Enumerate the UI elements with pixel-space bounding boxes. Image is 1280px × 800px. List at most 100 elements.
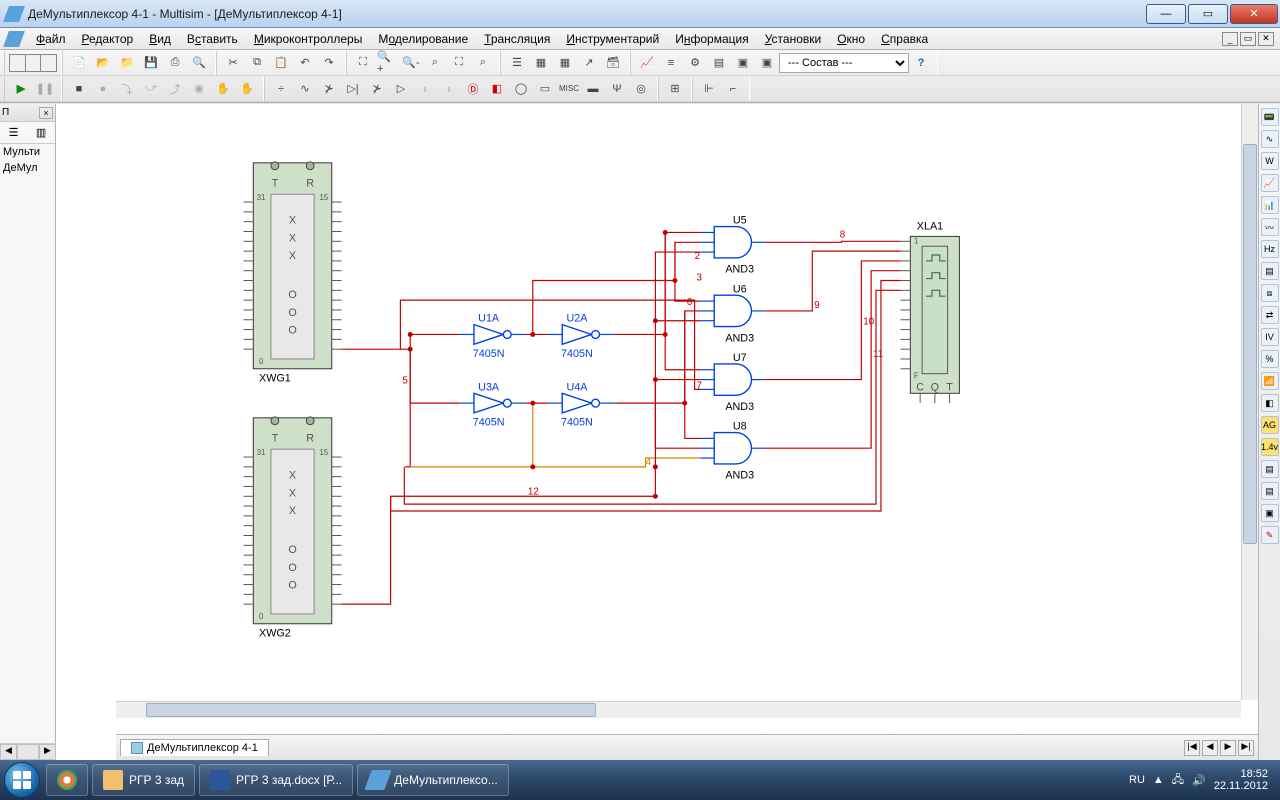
- graph-button[interactable]: 📈: [636, 52, 658, 74]
- comp-advanced-button[interactable]: ▬: [582, 78, 604, 100]
- zoom-area-button[interactable]: ⌕: [424, 52, 446, 74]
- zoom-fit-button[interactable]: ⛶: [448, 52, 470, 74]
- toggle-arrow-button[interactable]: ↗: [578, 52, 600, 74]
- open-button[interactable]: 📂: [92, 52, 114, 74]
- function-gen-icon[interactable]: ∿: [1261, 130, 1279, 148]
- comp-cmos-button[interactable]: ꤯: [438, 78, 460, 100]
- menu-settings[interactable]: Установки: [757, 32, 830, 46]
- agilent-scope-icon[interactable]: ▤: [1261, 460, 1279, 478]
- task-multisim[interactable]: ДеМультиплексо...: [357, 764, 509, 796]
- step-over-button[interactable]: ⤻: [140, 78, 162, 100]
- mdi-close[interactable]: ✕: [1258, 32, 1274, 46]
- menu-translation[interactable]: Трансляция: [476, 32, 558, 46]
- undo-button[interactable]: ↶: [294, 52, 316, 74]
- menu-view[interactable]: Вид: [141, 32, 179, 46]
- task-folder[interactable]: РГР 3 зад: [92, 764, 195, 796]
- comp-signal-button[interactable]: ∿: [294, 78, 316, 100]
- u3a[interactable]: U3A 7405N: [459, 381, 526, 428]
- u2a[interactable]: U2A 7405N: [547, 313, 614, 360]
- u5[interactable]: U5 AND3: [700, 215, 765, 276]
- spectrum-icon[interactable]: 📶: [1261, 372, 1279, 390]
- comp-nist-button[interactable]: ⊞: [664, 78, 686, 100]
- menu-window[interactable]: Окно: [829, 32, 873, 46]
- comp-diode-button[interactable]: ▷|: [342, 78, 364, 100]
- zoom-out-button[interactable]: 🔍-: [400, 52, 422, 74]
- zoom-100-button[interactable]: ⌕: [472, 52, 494, 74]
- cut-button[interactable]: ✂: [222, 52, 244, 74]
- xwg1[interactable]: T R 31 15 0 XXX OOO XWG1: [243, 162, 341, 385]
- menu-mcu[interactable]: Микроконтроллеры: [246, 32, 371, 46]
- comp-misc-button[interactable]: MISC: [558, 78, 580, 100]
- tek-scope-icon[interactable]: ▤: [1261, 482, 1279, 500]
- open2-button[interactable]: 📁: [116, 52, 138, 74]
- trace-button[interactable]: ✋: [236, 78, 258, 100]
- comp-ttl-button[interactable]: ꤯: [414, 78, 436, 100]
- multimeter-icon[interactable]: 📟: [1261, 108, 1279, 126]
- pane-close[interactable]: ×: [39, 107, 53, 119]
- close-button[interactable]: ✕: [1230, 4, 1278, 24]
- pause-button[interactable]: ❚❚: [34, 78, 56, 100]
- zoom-in-button[interactable]: 🔍+: [376, 52, 398, 74]
- step-into-button[interactable]: ⤵: [116, 78, 138, 100]
- comp-basic-button[interactable]: ⊁: [318, 78, 340, 100]
- task-word[interactable]: РГР 3 зад.docx [Р...: [199, 764, 353, 796]
- comp-rf-button[interactable]: Ψ: [606, 78, 628, 100]
- stop-button[interactable]: ■: [68, 78, 90, 100]
- hierarchy-icon[interactable]: ☰: [9, 126, 19, 139]
- comp-source-button[interactable]: ÷: [270, 78, 292, 100]
- clock[interactable]: 18:52 22.11.2012: [1214, 768, 1268, 792]
- run-button[interactable]: ▶: [10, 78, 32, 100]
- active-tab[interactable]: ДеМультиплексор 4-1: [120, 739, 269, 756]
- u8[interactable]: U8 AND3: [700, 421, 765, 482]
- toggle-hier-button[interactable]: ☰: [506, 52, 528, 74]
- labview-icon[interactable]: ▣: [1261, 504, 1279, 522]
- tab-first[interactable]: |◀: [1184, 740, 1200, 756]
- bp-toggle-button[interactable]: ◉: [188, 78, 210, 100]
- start-button[interactable]: [4, 762, 40, 798]
- pinned-chrome[interactable]: [46, 764, 88, 796]
- ultiboard-button[interactable]: ▣: [756, 52, 778, 74]
- elvis-button[interactable]: ▣: [732, 52, 754, 74]
- mdi-min[interactable]: _: [1222, 32, 1238, 46]
- comp-analog-button[interactable]: ▷: [390, 78, 412, 100]
- horizontal-scrollbar[interactable]: [116, 701, 1241, 718]
- network-icon[interactable]: ◧: [1261, 394, 1279, 412]
- u6[interactable]: U6 AND3: [700, 283, 765, 344]
- menu-help[interactable]: Справка: [873, 32, 936, 46]
- print-button[interactable]: ⎙: [164, 52, 186, 74]
- u4a[interactable]: U4A 7405N: [547, 381, 614, 428]
- step-out-button[interactable]: ⤴: [164, 78, 186, 100]
- logic-analyzer-icon[interactable]: ⧈: [1261, 284, 1279, 302]
- lang-indicator[interactable]: RU: [1129, 774, 1145, 786]
- comp-indicator-button[interactable]: ◯: [510, 78, 532, 100]
- maximize-button[interactable]: ▭: [1188, 4, 1228, 24]
- menu-tools[interactable]: Инструментарий: [558, 32, 667, 46]
- analysis-button[interactable]: ≡: [660, 52, 682, 74]
- menu-insert[interactable]: Вставить: [179, 32, 246, 46]
- list-item[interactable]: ДеМул: [0, 160, 55, 176]
- list-item[interactable]: Мульти: [0, 144, 55, 160]
- agilent-mm-icon[interactable]: 1.4v: [1261, 438, 1279, 456]
- tray-flag-icon[interactable]: ▲: [1153, 774, 1164, 786]
- tray-volume-icon[interactable]: 🔊: [1192, 774, 1206, 787]
- menu-simulation[interactable]: Моделирование: [370, 32, 476, 46]
- record-button[interactable]: ●: [92, 78, 114, 100]
- canvas-area[interactable]: T R 31 15 0 XXX OOO XWG1 T R: [56, 104, 1258, 760]
- database-button[interactable]: 🗃: [602, 52, 624, 74]
- oscilloscope-icon[interactable]: 📈: [1261, 174, 1279, 192]
- xla1[interactable]: 1 F C Q T XLA1: [901, 221, 960, 404]
- save-button[interactable]: 💾: [140, 52, 162, 74]
- tab-last[interactable]: ▶|: [1238, 740, 1254, 756]
- comp-power-button[interactable]: ▭: [534, 78, 556, 100]
- menu-file[interactable]: Файл: [28, 32, 74, 46]
- zoom-fullscreen-button[interactable]: ⛶: [352, 52, 374, 74]
- sheet-icon[interactable]: ▥: [36, 126, 46, 139]
- place-bus-button[interactable]: ⊩: [698, 78, 720, 100]
- distortion-icon[interactable]: %: [1261, 350, 1279, 368]
- view-tabs[interactable]: [9, 54, 57, 72]
- preview-button[interactable]: 🔍: [188, 52, 210, 74]
- comp-electromech-button[interactable]: ◎: [630, 78, 652, 100]
- logic-converter-icon[interactable]: ⇄: [1261, 306, 1279, 324]
- word-gen-icon[interactable]: ▤: [1261, 262, 1279, 280]
- comp-misc-digital-button[interactable]: Ⓓ: [462, 78, 484, 100]
